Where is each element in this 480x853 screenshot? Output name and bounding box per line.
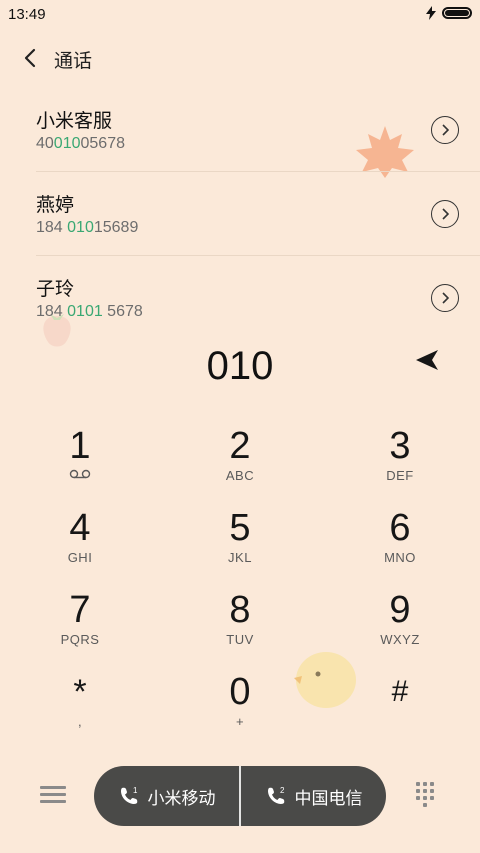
- contact-row[interactable]: 子玲 184 0101 5678: [0, 256, 480, 340]
- key-letters: GHI: [67, 550, 93, 565]
- key-letters: MNO: [384, 550, 416, 565]
- page-title: 通话: [54, 51, 93, 72]
- key-7[interactable]: 7 PQRS: [10, 584, 150, 656]
- dialed-number: 010: [206, 344, 274, 388]
- header: 通话: [0, 38, 480, 78]
- key-4[interactable]: 4 GHI: [10, 502, 150, 574]
- key-2[interactable]: 2 ABC: [170, 420, 310, 492]
- key-digit: 9: [389, 589, 411, 631]
- key-3[interactable]: 3 DEF: [330, 420, 470, 492]
- status-time: 13:49: [8, 6, 46, 23]
- menu-button[interactable]: [40, 782, 66, 806]
- call-sim2-button[interactable]: 2 中国电信: [241, 766, 386, 826]
- key-9[interactable]: 9 WXYZ: [330, 584, 470, 656]
- key-letters: WXYZ: [380, 632, 420, 647]
- contact-name: 燕婷: [36, 195, 75, 216]
- contact-row[interactable]: 小米客服 4001005678: [0, 88, 480, 172]
- contact-row[interactable]: 燕婷 184 01015689: [0, 172, 480, 256]
- key-digit: *: [73, 673, 87, 711]
- chevron-right-icon: [442, 124, 449, 136]
- key-digit: 0: [229, 671, 251, 713]
- bottom-bar: 1 小米移动 2 中国电信: [0, 760, 480, 830]
- key-letters: PQRS: [60, 632, 100, 647]
- status-bar: 13:49: [0, 0, 480, 28]
- contact-name: 小米客服: [36, 111, 113, 132]
- key-letters: TUV: [226, 632, 254, 647]
- status-icons: [426, 6, 472, 20]
- key-letters: ,: [77, 714, 83, 729]
- phone-sim-2-icon: 2: [267, 786, 285, 804]
- call-sim1-button[interactable]: 1 小米移动: [94, 766, 239, 826]
- svg-text:1: 1: [133, 786, 138, 795]
- key-0[interactable]: 0 +: [170, 666, 310, 738]
- keypad-toggle-button[interactable]: [416, 782, 438, 810]
- chevron-right-icon: [442, 292, 449, 304]
- send-arrow-icon: [416, 350, 438, 370]
- key-digit: 5: [229, 507, 251, 549]
- key-letters: +: [235, 714, 245, 729]
- key-1[interactable]: 1: [10, 420, 150, 492]
- contact-number: 184 01015689: [36, 219, 139, 236]
- contact-info-button[interactable]: [431, 284, 459, 312]
- key-digit: 3: [389, 425, 411, 467]
- chevron-right-icon: [442, 208, 449, 220]
- contact-name: 子玲: [36, 279, 75, 300]
- svg-text:2: 2: [280, 786, 285, 795]
- call-sim1-label: 小米移动: [147, 788, 216, 808]
- key-8[interactable]: 8 TUV: [170, 584, 310, 656]
- key-hash[interactable]: #: [330, 666, 470, 738]
- phone-sim-1-icon: 1: [120, 786, 138, 804]
- key-star[interactable]: * ,: [10, 666, 150, 738]
- key-digit: 7: [69, 589, 91, 631]
- key-digit: #: [391, 675, 409, 708]
- back-button[interactable]: [16, 44, 44, 72]
- call-buttons: 1 小米移动 2 中国电信: [94, 766, 386, 826]
- chevron-left-icon: [24, 48, 36, 68]
- key-digit: 8: [229, 589, 251, 631]
- key-letters: ABC: [225, 468, 255, 483]
- charging-icon: [426, 6, 436, 20]
- key-letters: JKL: [228, 550, 252, 565]
- key-letters: DEF: [386, 468, 414, 483]
- key-6[interactable]: 6 MNO: [330, 502, 470, 574]
- key-5[interactable]: 5 JKL: [170, 502, 310, 574]
- call-divider: [239, 766, 241, 826]
- contact-number: 184 0101 5678: [36, 303, 143, 320]
- contact-info-button[interactable]: [431, 116, 459, 144]
- contact-number: 4001005678: [36, 135, 125, 152]
- contact-info-button[interactable]: [431, 200, 459, 228]
- menu-icon: [40, 786, 66, 789]
- send-button[interactable]: [412, 346, 440, 374]
- battery-icon: [442, 7, 472, 19]
- key-digit: 6: [389, 507, 411, 549]
- call-sim2-label: 中国电信: [294, 788, 363, 808]
- key-digit: 4: [69, 507, 91, 549]
- key-digit: 1: [69, 425, 91, 467]
- voicemail-icon: [69, 469, 91, 479]
- key-digit: 2: [229, 425, 251, 467]
